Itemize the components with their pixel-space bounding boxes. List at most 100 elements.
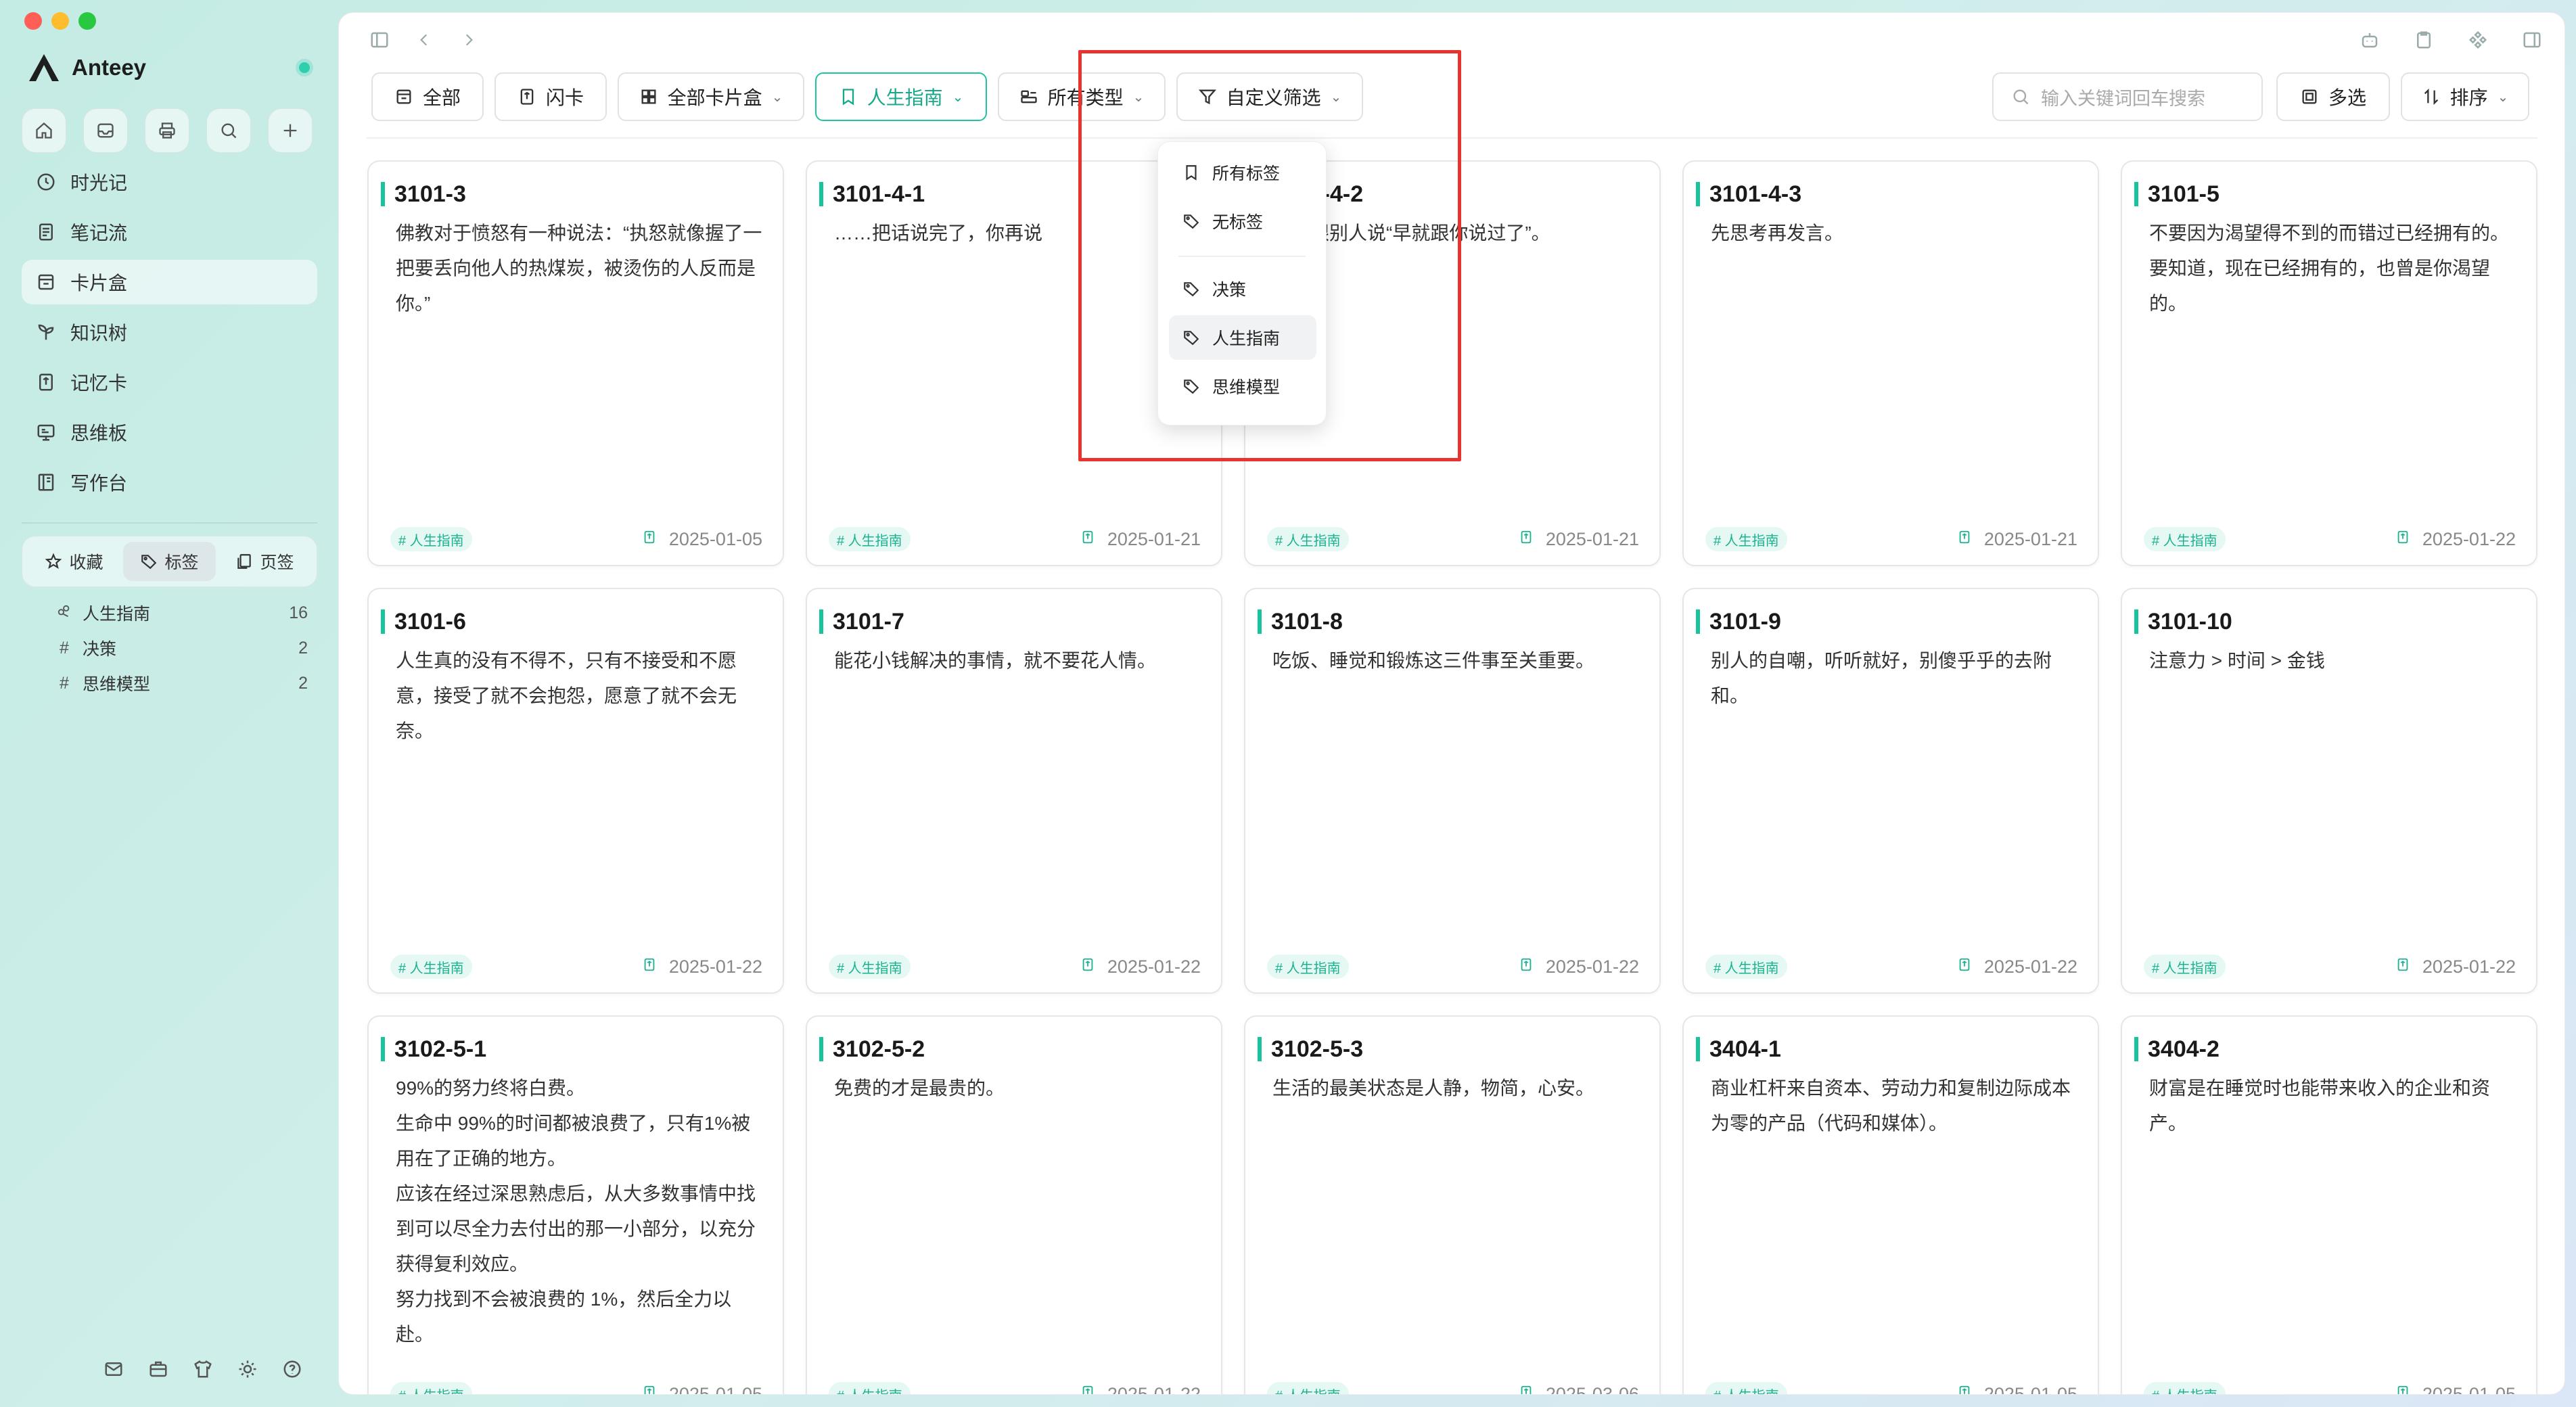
widget-icon[interactable] [2466, 28, 2490, 52]
card-tag-pill[interactable]: # 人生指南 [1705, 954, 1787, 979]
tag-item-mental-model[interactable]: # 思维模型 2 [54, 666, 308, 701]
card-tag-pill[interactable]: # 人生指南 [2144, 954, 2226, 979]
card-tag-pill[interactable]: # 人生指南 [829, 1382, 911, 1394]
clipboard-icon[interactable] [2412, 28, 2436, 52]
card-body: 99%的努力终将白费。 生命中 99%的时间都被浪费了，只有1%被用在了正确的地… [396, 1078, 756, 1345]
card-date-text: 2025-01-22 [2422, 956, 2516, 977]
card-tag-pill[interactable]: # 人生指南 [1267, 954, 1349, 979]
tab-pages[interactable]: 页签 [218, 542, 311, 581]
card-body: 不要因为渴望得不到的而错过已经拥有的。要知道，现在已经拥有的，也曾是你渴望的。 [2149, 223, 2510, 314]
note-card[interactable]: 3101-9 别人的自嘲，听听就好，别傻乎乎的去附和。 # 人生指南 2025-01-… [1682, 588, 2099, 994]
nav-item-writing-desk[interactable]: 写作台 [22, 460, 317, 505]
flashcard-button[interactable]: 闪卡 [495, 72, 607, 121]
note-card[interactable]: 3101-3 佛教对于愤怒有一种说法：“执怒就像握了一把要丢向他人的热煤炭，被烫伤… [367, 160, 784, 566]
note-card[interactable]: 3101-5 不要因为渴望得不到的而错过已经拥有的。要知道，现在已经拥有的，也曾是… [2121, 160, 2537, 566]
card-body: 生活的最美状态是人静，物简，心安。 [1272, 1078, 1595, 1099]
flashcard-label: 闪卡 [545, 87, 584, 108]
card-date-text: 2025-01-22 [2422, 528, 2516, 549]
nav-item-mind-board[interactable]: 思维板 [22, 410, 317, 455]
shirt-icon[interactable] [191, 1357, 215, 1381]
help-icon[interactable] [280, 1357, 304, 1381]
nav-item-card-box[interactable]: 卡片盒 [22, 260, 317, 304]
tab-favorites[interactable]: 收藏 [28, 542, 120, 581]
filter-all-button[interactable]: 全部 [371, 72, 484, 121]
tag-item-life-guide[interactable]: 人生指南 16 [54, 595, 308, 630]
nav-item-timeline[interactable]: 时光记 [22, 160, 317, 204]
tag-item-decision[interactable]: # 决策 2 [54, 630, 308, 666]
sidebar-divider [22, 522, 317, 524]
card-title: 3404-2 [2134, 1037, 2220, 1061]
home-button[interactable] [22, 108, 66, 153]
card-title: 3101-3 [381, 182, 466, 206]
note-card[interactable]: 3102-5-2 免费的才是最贵的。 # 人生指南 2025-01-22 [806, 1015, 1222, 1394]
card-tag-pill[interactable]: # 人生指南 [390, 954, 472, 979]
card-date: 2025-01-05 [2395, 1382, 2516, 1394]
note-card[interactable]: 3101-7 能花小钱解决的事情，就不要花人情。 # 人生指南 2025-01-22 [806, 588, 1222, 994]
card-tag-pill[interactable]: # 人生指南 [390, 1382, 472, 1394]
card-body: 商业杠杆来自资本、劳动力和复制边际成本为零的产品（代码和媒体）。 [1711, 1078, 2071, 1134]
note-card[interactable]: 3404-2 财富是在睡觉时也能带来收入的企业和资产。 # 人生指南 2025-01-… [2121, 1015, 2537, 1394]
tab-tags[interactable]: 标签 [123, 542, 216, 581]
maximize-window-button[interactable] [78, 12, 96, 30]
flashcard-icon [1957, 956, 1972, 977]
sort-button[interactable]: 排序 ⌄ [2401, 72, 2529, 121]
card-date-text: 2025-01-22 [1107, 956, 1201, 977]
flashcard-icon [2395, 1384, 2410, 1394]
sidebar-toggle-icon[interactable] [367, 28, 392, 52]
highlight-box [1078, 50, 1461, 461]
nav-item-memory-card[interactable]: 记忆卡 [22, 360, 317, 405]
main-panel: 全部 闪卡 全部卡片盒 ⌄ 人生指南 ⌄ 所有类型 ⌄ 自定义筛选 ⌄ 输入关键… [338, 12, 2565, 1395]
robot-icon[interactable] [2358, 28, 2382, 52]
nav-item-label: 知识树 [70, 323, 128, 344]
card-tag-pill[interactable]: # 人生指南 [1267, 1382, 1349, 1394]
tag-count: 16 [289, 603, 308, 622]
note-card[interactable]: 3404-1 商业杠杆来自资本、劳动力和复制边际成本为零的产品（代码和媒体）。 # … [1682, 1015, 2099, 1395]
note-card[interactable]: 3102-5-1 99%的努力终将白费。 生命中 99%的时间都被浪费了，只有1%… [367, 1015, 784, 1394]
chevron-down-icon: ⌄ [2497, 89, 2509, 105]
back-icon[interactable] [412, 28, 436, 52]
card-tag-pill[interactable]: # 人生指南 [1705, 527, 1787, 551]
multi-select-label: 多选 [2328, 87, 2366, 108]
card-box-icon [34, 270, 58, 294]
note-card[interactable]: 3102-5-3 生活的最美状态是人静，物简，心安。 # 人生指南 2025-03-0… [1244, 1015, 1661, 1394]
filter-all-label: 全部 [422, 87, 461, 108]
tag-filter-select[interactable]: 人生指南 ⌄ [815, 72, 987, 121]
add-button[interactable] [268, 108, 313, 153]
nav-item-label: 思维板 [70, 423, 128, 444]
card-tag-pill[interactable]: # 人生指南 [2144, 1382, 2226, 1394]
minimize-window-button[interactable] [51, 12, 69, 30]
nav-item-knowledge-tree[interactable]: 知识树 [22, 310, 317, 354]
sun-icon[interactable] [235, 1357, 260, 1381]
card-date-text: 2025-01-05 [1983, 1383, 2077, 1395]
print-button[interactable] [145, 108, 189, 153]
mountain-logo-icon [24, 48, 64, 87]
inbox-button[interactable] [83, 108, 128, 153]
briefcase-icon[interactable] [146, 1357, 170, 1381]
note-card[interactable]: 3101-10 注意力 > 时间 > 金钱 # 人生指南 2025-01-22 [2121, 588, 2537, 994]
card-body: 注意力 > 时间 > 金钱 [2149, 650, 2325, 671]
right-panel-toggle-icon[interactable] [2520, 28, 2544, 52]
card-date: 2025-01-21 [1957, 527, 2077, 551]
tag-item-label: 人生指南 [83, 605, 151, 624]
inbox-icon [97, 123, 114, 138]
search-input[interactable]: 输入关键词回车搜索 [1992, 72, 2263, 121]
card-tag-pill[interactable]: # 人生指南 [1267, 527, 1349, 551]
note-card[interactable]: 3101-6 人生真的没有不得不，只有不接受和不愿意，接受了就不会抱怨，愿意了就不… [367, 588, 784, 994]
nav-item-notes[interactable]: 笔记流 [22, 210, 317, 254]
card-tag-pill[interactable]: # 人生指南 [2144, 527, 2226, 551]
card-box-select[interactable]: 全部卡片盒 ⌄ [618, 72, 804, 121]
card-tag-pill[interactable]: # 人生指南 [390, 527, 472, 551]
note-card[interactable]: 3101-8 吃饭、睡觉和锻炼这三件事至关重要。 # 人生指南 2025-01-22 [1244, 588, 1661, 994]
mail-icon[interactable] [101, 1357, 126, 1381]
card-date-text: 2025-01-21 [1983, 528, 2077, 549]
card-tag-pill[interactable]: # 人生指南 [1705, 1382, 1787, 1394]
multi-select-button[interactable]: 多选 [2276, 72, 2390, 121]
chevron-down-icon: ⌄ [952, 89, 964, 105]
note-card[interactable]: 3101-4-3 先思考再发言。 # 人生指南 2025-01-21 [1682, 160, 2099, 566]
search-button[interactable] [206, 108, 251, 153]
card-tag-pill[interactable]: # 人生指南 [829, 954, 911, 979]
forward-icon[interactable] [457, 28, 481, 52]
close-window-button[interactable] [24, 12, 42, 30]
card-tag-pill[interactable]: # 人生指南 [829, 527, 911, 551]
card-date: 2025-01-22 [2395, 954, 2516, 979]
